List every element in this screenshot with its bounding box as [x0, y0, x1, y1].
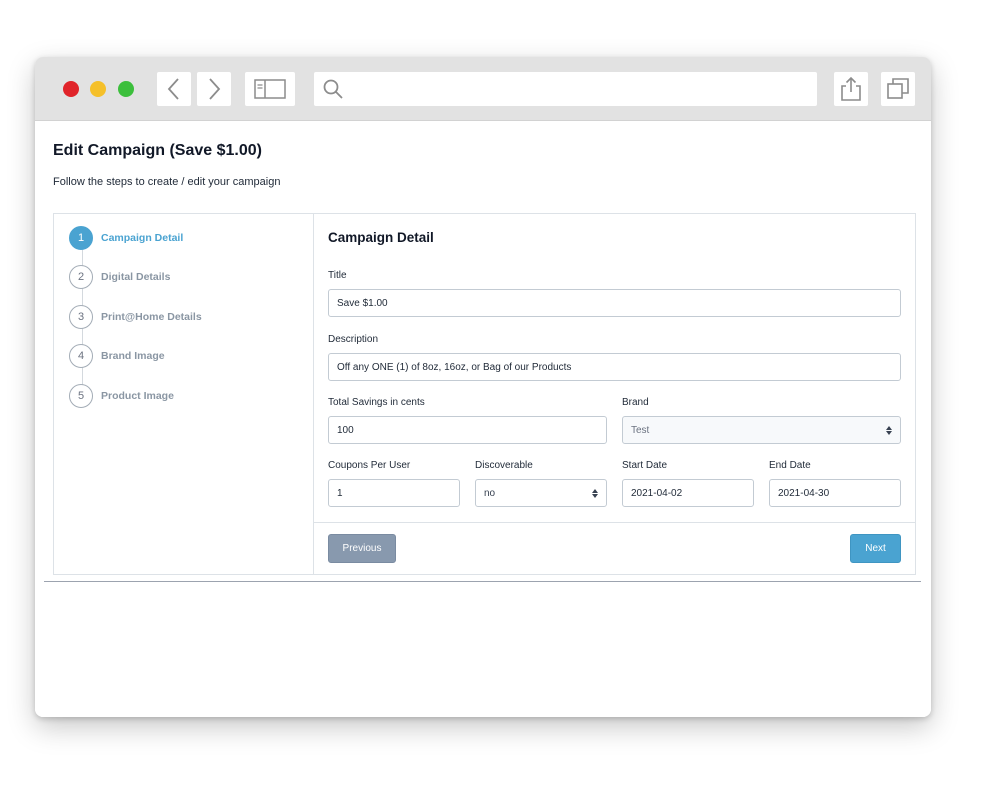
step-number-badge: 2	[69, 265, 93, 289]
form-heading: Campaign Detail	[328, 230, 434, 245]
step-product-image[interactable]: 5 Product Image	[69, 384, 174, 408]
campaign-wizard-card: 1 Campaign Detail 2 Digital Details 3 Pr…	[53, 213, 916, 575]
coupons-per-user-label: Coupons Per User	[328, 460, 411, 471]
share-button[interactable]	[834, 72, 868, 106]
sidebar-icon	[254, 79, 286, 99]
discoverable-select[interactable]: no	[475, 479, 607, 507]
wizard-stepper: 1 Campaign Detail 2 Digital Details 3 Pr…	[54, 214, 314, 574]
title-label: Title	[328, 270, 347, 281]
start-date-input[interactable]	[622, 479, 754, 507]
description-label: Description	[328, 334, 379, 345]
forward-button[interactable]	[197, 72, 231, 106]
tabs-overview-button[interactable]	[881, 72, 915, 106]
tabs-icon	[887, 78, 909, 99]
back-button[interactable]	[157, 72, 191, 106]
step-number-badge: 1	[69, 226, 93, 250]
step-label: Print@Home Details	[101, 311, 202, 323]
step-campaign-detail[interactable]: 1 Campaign Detail	[69, 226, 183, 250]
chevron-right-icon	[209, 78, 221, 100]
step-brand-image[interactable]: 4 Brand Image	[69, 344, 165, 368]
minimize-window-button[interactable]	[90, 81, 106, 97]
step-digital-details[interactable]: 2 Digital Details	[69, 265, 170, 289]
step-number-badge: 3	[69, 305, 93, 329]
campaign-detail-form: Campaign Detail Title Description Total …	[314, 214, 915, 574]
step-number-badge: 5	[69, 384, 93, 408]
step-label: Product Image	[101, 390, 174, 402]
page-divider	[44, 581, 921, 582]
step-print-at-home-details[interactable]: 3 Print@Home Details	[69, 305, 202, 329]
close-window-button[interactable]	[63, 81, 79, 97]
step-number-badge: 4	[69, 344, 93, 368]
end-date-label: End Date	[769, 460, 811, 471]
page-subtitle: Follow the steps to create / edit your c…	[53, 176, 281, 188]
brand-select[interactable]: Test	[622, 416, 901, 444]
brand-selected-value: Test	[631, 424, 650, 436]
brand-label: Brand	[622, 397, 649, 408]
start-date-label: Start Date	[622, 460, 668, 471]
select-arrows-icon	[592, 488, 598, 498]
select-arrows-icon	[886, 425, 892, 435]
browser-toolbar	[35, 57, 931, 121]
step-label: Brand Image	[101, 350, 165, 362]
step-label: Campaign Detail	[101, 232, 184, 244]
share-icon	[841, 76, 861, 101]
total-savings-label: Total Savings in cents	[328, 397, 425, 408]
page-content: Edit Campaign (Save $1.00) Follow the st…	[35, 121, 931, 717]
sidebar-toggle-button[interactable]	[245, 72, 295, 106]
address-bar[interactable]	[314, 72, 817, 106]
discoverable-label: Discoverable	[475, 460, 533, 471]
description-input[interactable]	[328, 353, 901, 381]
step-label: Digital Details	[101, 271, 171, 283]
browser-window: Edit Campaign (Save $1.00) Follow the st…	[35, 57, 931, 717]
next-button[interactable]: Next	[850, 534, 901, 563]
discoverable-selected-value: no	[484, 487, 496, 499]
search-icon	[323, 79, 343, 99]
total-savings-input[interactable]	[328, 416, 607, 444]
form-footer-divider	[314, 522, 915, 523]
chevron-left-icon	[167, 78, 179, 100]
end-date-input[interactable]	[769, 479, 901, 507]
page-title: Edit Campaign (Save $1.00)	[53, 142, 262, 159]
maximize-window-button[interactable]	[118, 81, 134, 97]
previous-button[interactable]: Previous	[328, 534, 396, 563]
coupons-per-user-input[interactable]	[328, 479, 460, 507]
title-input[interactable]	[328, 289, 901, 317]
